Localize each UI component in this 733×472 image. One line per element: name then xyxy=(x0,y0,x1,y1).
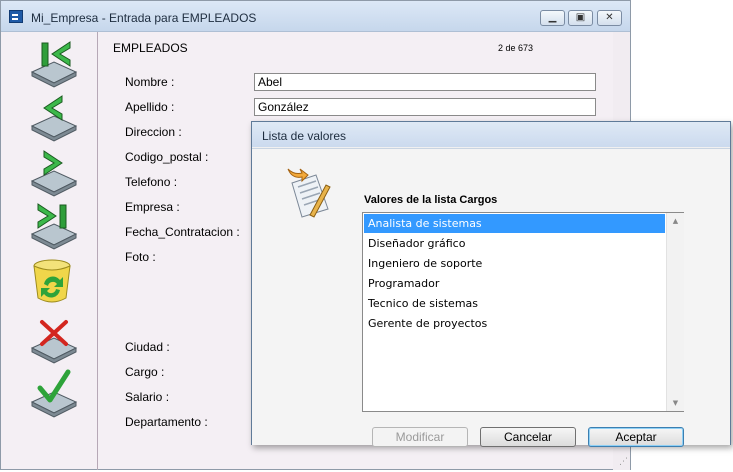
delete-record-button[interactable] xyxy=(28,314,80,364)
dialog-title: Lista de valores xyxy=(262,129,347,143)
window-title: Mi_Empresa - Entrada para EMPLEADOS xyxy=(31,11,257,25)
list-title: Valores de la lista Cargos xyxy=(364,194,498,206)
first-record-icon xyxy=(30,41,78,88)
label-codigo-postal: Codigo_postal : xyxy=(125,150,209,164)
label-cargo: Cargo : xyxy=(125,365,165,379)
list-item[interactable]: Programador xyxy=(364,274,665,293)
refresh-button[interactable] xyxy=(28,256,80,306)
modificar-button[interactable]: Modificar xyxy=(372,427,468,447)
record-count: 2 de 673 xyxy=(498,43,534,53)
listbox-scrollbar[interactable]: ▲ ▼ xyxy=(666,213,684,411)
label-fecha-contratacion: Fecha_Contratacion : xyxy=(125,225,240,239)
document-edit-icon xyxy=(280,165,336,226)
scroll-up-icon[interactable]: ▲ xyxy=(667,213,684,229)
label-apellido: Apellido : xyxy=(125,100,175,114)
label-direccion: Direccion : xyxy=(125,125,182,139)
dialog-title-bar[interactable]: Lista de valores xyxy=(252,122,730,147)
label-salario: Salario : xyxy=(125,390,170,404)
maximize-icon: ▣ xyxy=(575,12,586,23)
aceptar-button[interactable]: Aceptar xyxy=(588,427,684,447)
values-list-dialog: Lista de valores Valores de la lista Car… xyxy=(251,121,731,447)
next-record-icon xyxy=(30,150,78,197)
list-item[interactable]: Diseñador gráfico xyxy=(364,234,665,253)
delete-record-icon xyxy=(30,320,78,364)
record-toolbar xyxy=(2,32,98,470)
close-icon: ✕ xyxy=(605,12,614,23)
minimize-button[interactable]: ▁ xyxy=(540,10,565,26)
save-record-button[interactable] xyxy=(28,368,80,418)
cargos-listbox[interactable]: Analista de sistemas Diseñador gráfico I… xyxy=(362,212,684,412)
last-record-icon xyxy=(30,203,78,250)
list-item[interactable]: Gerente de proyectos xyxy=(364,314,665,333)
minimize-icon: ▁ xyxy=(548,12,557,23)
list-item[interactable]: Ingeniero de soporte xyxy=(364,254,665,273)
save-record-icon xyxy=(30,369,78,418)
list-item[interactable]: Tecnico de sistemas xyxy=(364,294,665,313)
nombre-field[interactable]: Abel xyxy=(254,73,596,91)
label-foto: Foto : xyxy=(125,250,156,264)
label-departamento: Departamento : xyxy=(125,415,208,429)
app-icon xyxy=(9,10,23,23)
scroll-down-icon[interactable]: ▼ xyxy=(667,395,684,411)
label-telefono: Telefono : xyxy=(125,175,178,189)
maximize-button[interactable]: ▣ xyxy=(568,10,593,26)
list-item[interactable]: Analista de sistemas xyxy=(364,214,665,233)
last-record-button[interactable] xyxy=(28,200,80,250)
first-record-button[interactable] xyxy=(28,38,80,88)
next-record-button[interactable] xyxy=(28,147,80,197)
resize-grip-icon[interactable]: ⋰ xyxy=(619,457,628,467)
label-ciudad: Ciudad : xyxy=(125,340,170,354)
cancelar-button[interactable]: Cancelar xyxy=(480,427,576,447)
title-bar[interactable]: Mi_Empresa - Entrada para EMPLEADOS ▁ ▣ … xyxy=(1,1,630,32)
label-nombre: Nombre : xyxy=(125,75,175,89)
previous-record-icon xyxy=(30,95,78,142)
previous-record-button[interactable] xyxy=(28,92,80,142)
dialog-body: Valores de la lista Cargos Analista de s… xyxy=(252,148,730,447)
label-empresa: Empresa : xyxy=(125,200,180,214)
refresh-icon xyxy=(33,259,71,303)
close-button[interactable]: ✕ xyxy=(597,10,622,26)
form-title: EMPLEADOS xyxy=(113,41,188,55)
apellido-field[interactable]: González xyxy=(254,98,596,116)
